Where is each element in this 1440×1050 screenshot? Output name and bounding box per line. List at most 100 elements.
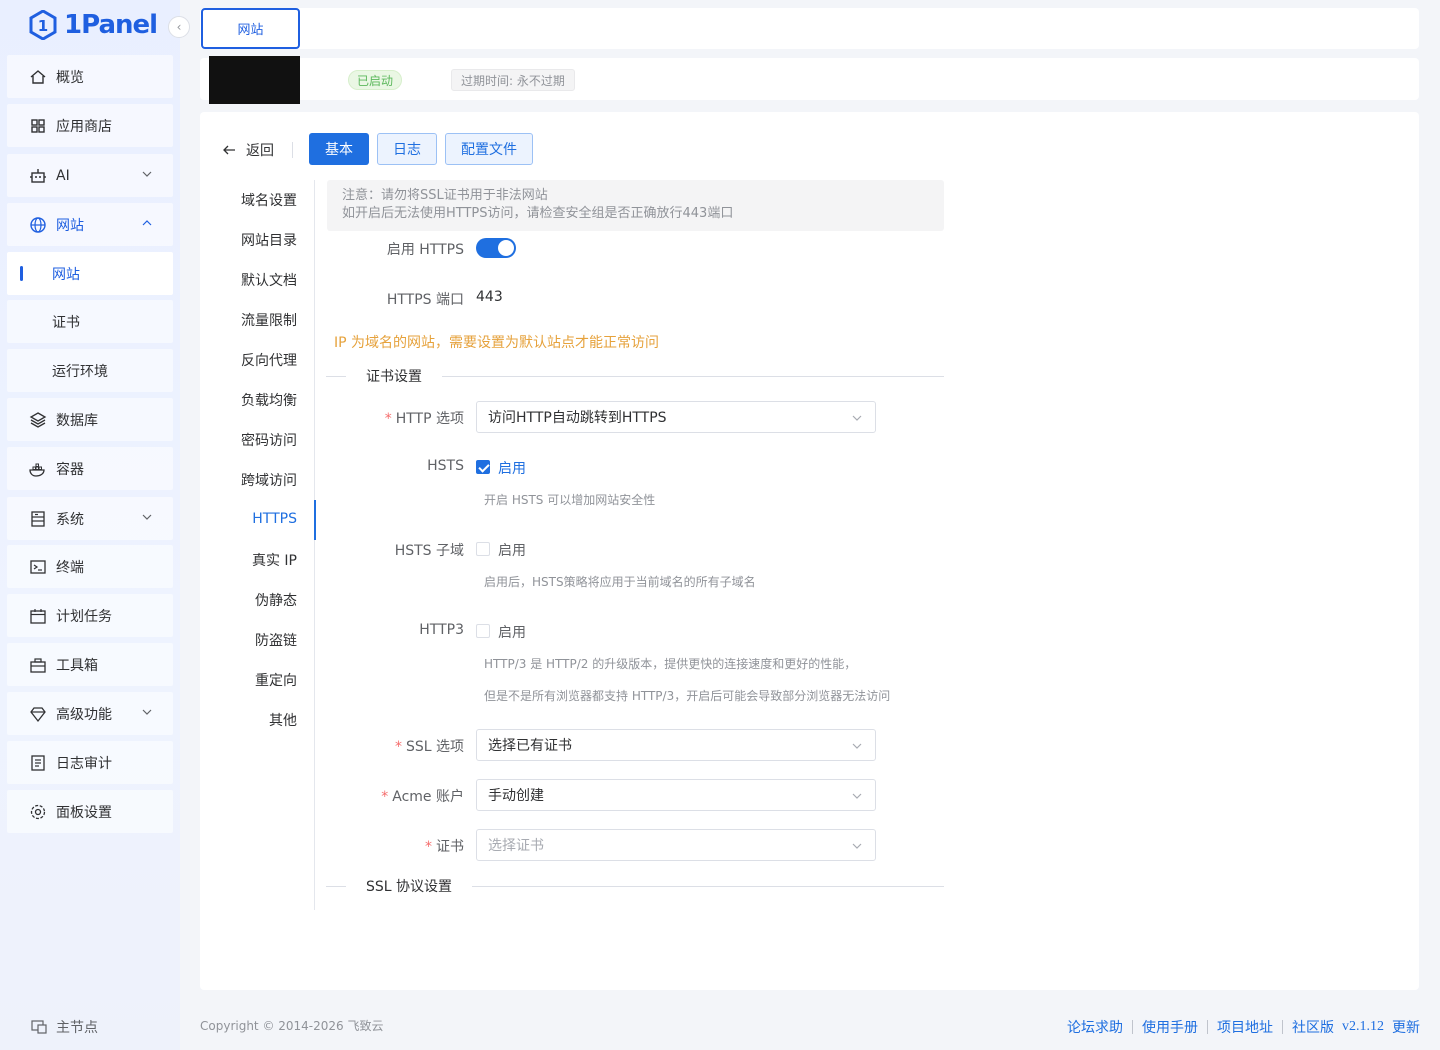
- sidebar-item-label: 计划任务: [56, 608, 112, 625]
- gear-icon: [29, 803, 47, 821]
- project-link[interactable]: 项目地址: [1217, 1017, 1273, 1037]
- sidebar-item-label: 高级功能: [56, 706, 112, 723]
- nav-rewrite[interactable]: 伪静态: [255, 590, 297, 610]
- https-port-label: HTTPS 端口: [386, 292, 464, 308]
- nav-load-balance[interactable]: 负载均衡: [241, 390, 297, 410]
- log-tab-button[interactable]: 日志: [377, 133, 437, 165]
- nav-redirect[interactable]: 重定向: [255, 670, 297, 690]
- tab-website[interactable]: 网站: [201, 8, 300, 49]
- svg-text:1: 1: [38, 17, 48, 35]
- http-option-value: 访问HTTP自动跳转到HTTPS: [488, 410, 667, 426]
- sidebar-item-container[interactable]: 容器: [7, 447, 173, 490]
- hsts-subdomain-checkbox[interactable]: [476, 542, 490, 556]
- http-option-select[interactable]: 访问HTTP自动跳转到HTTPS: [476, 401, 876, 433]
- sidebar-subitem-certificate[interactable]: 证书: [7, 300, 173, 343]
- sidebar-item-cron[interactable]: 计划任务: [7, 594, 173, 637]
- nav-active-indicator: [314, 500, 316, 540]
- terminal-icon: [29, 558, 47, 576]
- http3-label: HTTP3: [419, 622, 464, 638]
- forum-link[interactable]: 论坛求助: [1067, 1017, 1123, 1037]
- sidebar-item-label: 网站: [52, 266, 80, 283]
- divider: [292, 142, 293, 158]
- enable-https-switch[interactable]: [476, 238, 516, 258]
- sidebar-item-label: 日志审计: [56, 755, 112, 772]
- edition-link[interactable]: 社区版: [1292, 1017, 1334, 1037]
- sidebar-item-label: 终端: [56, 559, 84, 576]
- 1panel-logo-icon: 1: [29, 10, 57, 40]
- ssl-notice: 注意：请勿将SSL证书用于非法网站 如开启后无法使用HTTPS访问，请检查安全组…: [327, 180, 944, 231]
- hsts-checkbox[interactable]: [476, 460, 490, 474]
- nav-traffic-limit[interactable]: 流量限制: [241, 310, 297, 330]
- ssl-option-select[interactable]: 选择已有证书: [476, 729, 876, 761]
- sidebar-subitem-runtime[interactable]: 运行环境: [7, 349, 173, 392]
- sidebar-item-appstore[interactable]: 应用商店: [7, 104, 173, 147]
- update-link[interactable]: 更新: [1392, 1017, 1420, 1037]
- chevron-down-icon: [142, 171, 152, 177]
- expire-badge: 过期时间: 永不过期: [451, 69, 575, 91]
- arrow-left-icon: [223, 145, 235, 155]
- globe-icon: [29, 216, 47, 234]
- server-icon: [29, 510, 47, 528]
- http3-enable-label[interactable]: 启用: [498, 622, 526, 642]
- http3-help: HTTP/3 是 HTTP/2 的升级版本，提供更快的连接速度和更好的性能，: [484, 657, 857, 671]
- node-switcher[interactable]: 主节点: [30, 1017, 98, 1037]
- http3-checkbox[interactable]: [476, 624, 490, 638]
- hsts-subdomain-enable-label[interactable]: 启用: [498, 540, 526, 560]
- enable-https-label: 启用 HTTPS: [386, 242, 464, 258]
- logo[interactable]: 1 1Panel: [28, 8, 158, 42]
- sidebar-subitem-website[interactable]: 网站: [7, 252, 173, 295]
- config-file-tab-button[interactable]: 配置文件: [445, 133, 533, 165]
- nav-reverse-proxy[interactable]: 反向代理: [241, 350, 297, 370]
- nav-default-document[interactable]: 默认文档: [241, 270, 297, 290]
- copyright: Copyright © 2014-2026 飞致云: [200, 1019, 384, 1033]
- nav-cors[interactable]: 跨域访问: [241, 470, 297, 490]
- hsts-help: 开启 HSTS 可以增加网站安全性: [484, 493, 656, 507]
- chevron-down-icon: [852, 415, 862, 421]
- nav-domain-settings[interactable]: 域名设置: [241, 190, 297, 210]
- status-badge: 已启动: [348, 70, 403, 90]
- sidebar-item-log-audit[interactable]: 日志审计: [7, 741, 173, 784]
- tab-bar: 网站: [200, 8, 1419, 49]
- nav-password-access[interactable]: 密码访问: [241, 430, 297, 450]
- sidebar-item-system[interactable]: 系统: [7, 497, 173, 540]
- acme-account-select[interactable]: 手动创建: [476, 779, 876, 811]
- sidebar-item-overview[interactable]: 概览: [7, 55, 173, 98]
- nav-site-directory[interactable]: 网站目录: [241, 230, 297, 250]
- nav-other[interactable]: 其他: [269, 710, 297, 730]
- toolbox-icon: [29, 656, 47, 674]
- sidebar-item-advanced[interactable]: 高级功能: [7, 692, 173, 735]
- node-icon: [31, 1020, 47, 1034]
- http-option-label: * HTTP 选项: [384, 411, 464, 427]
- nav-real-ip[interactable]: 真实 IP: [252, 550, 297, 570]
- node-label: 主节点: [56, 1020, 98, 1036]
- https-port-value: 443: [476, 289, 503, 305]
- sidebar-item-ai[interactable]: AI: [7, 154, 173, 197]
- nav-divider: [314, 180, 315, 910]
- hsts-label: HSTS: [427, 458, 464, 474]
- basic-tab-button[interactable]: 基本: [309, 133, 369, 165]
- certificate-select[interactable]: 选择证书: [476, 829, 876, 861]
- hsts-enable-label[interactable]: 启用: [498, 458, 526, 478]
- cert-section-divider: 证书设置: [326, 366, 944, 386]
- manual-link[interactable]: 使用手册: [1142, 1017, 1198, 1037]
- sidebar-item-label: 系统: [56, 511, 84, 528]
- chevron-down-icon: [852, 793, 862, 799]
- sidebar: 1 1Panel ‹ 概览 应用商店 AI 网站 网站 证书 运行环境 数据库 …: [0, 0, 190, 1050]
- back-button[interactable]: 返回: [222, 140, 274, 160]
- sidebar-item-label: 应用商店: [56, 118, 112, 135]
- sidebar-item-toolbox[interactable]: 工具箱: [7, 643, 173, 686]
- sidebar-item-label: 证书: [52, 314, 80, 331]
- robot-icon: [29, 167, 47, 185]
- nav-anti-leech[interactable]: 防盗链: [255, 630, 297, 650]
- notice-line: 注意：请勿将SSL证书用于非法网站: [342, 188, 548, 203]
- grid-icon: [29, 117, 47, 135]
- collapse-sidebar-button[interactable]: ‹: [168, 16, 190, 38]
- nav-https[interactable]: HTTPS: [252, 511, 297, 527]
- certificate-placeholder: 选择证书: [488, 838, 544, 854]
- sidebar-item-settings[interactable]: 面板设置: [7, 790, 173, 833]
- ssl-protocol-section-title: SSL 协议设置: [366, 879, 453, 895]
- sidebar-item-database[interactable]: 数据库: [7, 398, 173, 441]
- sidebar-item-website[interactable]: 网站: [7, 203, 173, 246]
- hsts-subdomain-help: 启用后，HSTS策略将应用于当前域名的所有子域名: [484, 575, 756, 589]
- sidebar-item-terminal[interactable]: 终端: [7, 545, 173, 588]
